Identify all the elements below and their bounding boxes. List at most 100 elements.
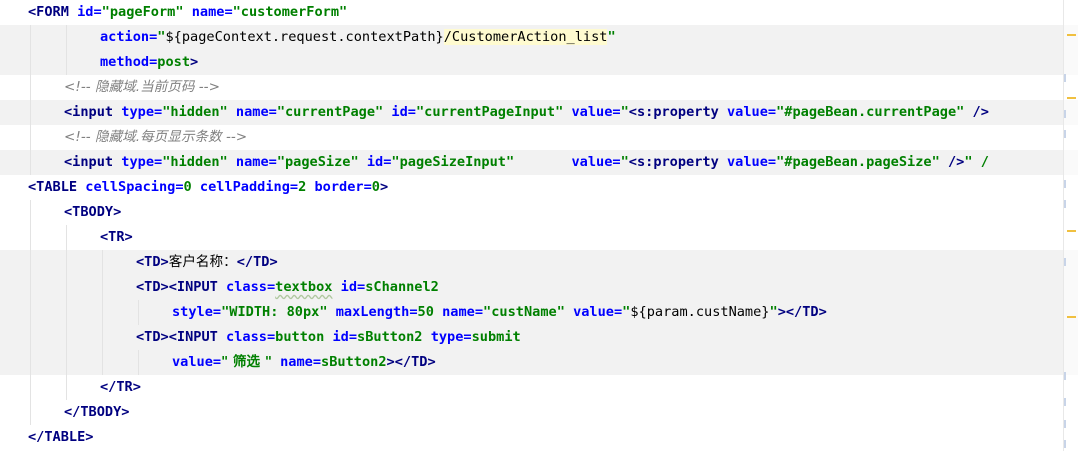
- warning-stripe-marker[interactable]: [1067, 34, 1076, 36]
- line-content: <TD><INPUT class=textbox id=sChannel2: [136, 275, 439, 300]
- code-line[interactable]: <TR>: [0, 225, 1078, 250]
- code-token-str: ": [620, 104, 629, 120]
- code-line[interactable]: </TABLE>: [0, 425, 1078, 450]
- code-token-str: " 筛选 ": [221, 354, 272, 370]
- code-line[interactable]: <TD>客户名称：</TD>: [0, 250, 1078, 275]
- code-token-tag: <input: [64, 154, 122, 170]
- code-line[interactable]: action= " ${pageContext.request.contextPat…: [0, 25, 1078, 50]
- code-token-el: ${param.custName}: [630, 304, 770, 320]
- code-line[interactable]: <!-- 隐藏域.当前页码 -->: [0, 75, 1078, 100]
- code-token-str: "pageSizeInput": [391, 154, 515, 170]
- code-token-tag: ></TD>: [777, 304, 827, 320]
- code-line[interactable]: </TR>: [0, 375, 1078, 400]
- code-token-tag: <s:property: [628, 104, 727, 120]
- line-content: style="WIDTH: 80px" maxLength=50 name="c…: [172, 300, 827, 325]
- code-line[interactable]: <FORM id="pageForm" name="customerForm": [0, 0, 1078, 25]
- code-line[interactable]: <!-- 隐藏域.每页显示条数 -->: [0, 125, 1078, 150]
- info-stripe-marker[interactable]: [1064, 74, 1066, 82]
- code-token-str: "currentPageInput": [415, 104, 564, 120]
- code-line[interactable]: method=post>: [0, 50, 1078, 75]
- code-token-attr: name=: [442, 304, 484, 320]
- indent-guide: [102, 275, 103, 300]
- indent-guide: [138, 300, 139, 325]
- indent-guide: [66, 250, 67, 275]
- code-token-str: "custName": [483, 304, 565, 320]
- code-area[interactable]: <FORM id="pageForm" name="customerForm" a…: [0, 0, 1078, 450]
- code-token-tag: >: [379, 179, 389, 195]
- info-stripe-marker[interactable]: [1064, 200, 1066, 208]
- code-token-attr: class=: [226, 329, 276, 345]
- indent-guide: [30, 225, 31, 250]
- indent-guide: [66, 225, 67, 250]
- info-stripe-marker[interactable]: [1064, 372, 1066, 380]
- code-line[interactable]: style="WIDTH: 80px" maxLength=50 name="c…: [0, 300, 1078, 325]
- code-token-tag: <INPUT: [168, 279, 227, 295]
- code-token-attr: value=: [571, 104, 621, 120]
- code-token-str: "currentPage": [276, 104, 384, 120]
- code-token-tag: <input: [64, 104, 122, 120]
- code-token-attr: id=: [77, 4, 102, 20]
- overflow-shade: [1064, 0, 1078, 451]
- line-content: <input type="hidden" name="pageSize" id=…: [64, 150, 989, 175]
- warning-stripe-marker[interactable]: [1067, 230, 1076, 232]
- code-token-tag: <INPUT: [168, 329, 227, 345]
- code-line[interactable]: </TBODY>: [0, 400, 1078, 425]
- code-line[interactable]: <TD><INPUT class=textbox id=sChannel2: [0, 275, 1078, 300]
- code-line[interactable]: <TD><INPUT class=button id=sButton2 type…: [0, 325, 1078, 350]
- warning-stripe-marker[interactable]: [1067, 97, 1076, 99]
- info-stripe-marker[interactable]: [1064, 110, 1066, 118]
- code-line[interactable]: <input type="hidden" name="pageSize" id=…: [0, 150, 1078, 175]
- code-line[interactable]: value=" 筛选 " name=sButton2></TD>: [0, 350, 1078, 375]
- code-token-tag: </TBODY>: [64, 404, 130, 420]
- code-line[interactable]: <TABLE cellSpacing=0 cellPadding=2 borde…: [0, 175, 1078, 200]
- indent-guide: [102, 350, 103, 375]
- code-editor[interactable]: <FORM id="pageForm" name="customerForm" a…: [0, 0, 1078, 451]
- code-token-comment: <!-- 隐藏域.当前页码 -->: [64, 79, 220, 95]
- warning-stripe-marker[interactable]: [1067, 316, 1076, 318]
- code-token-attr: style=: [172, 304, 222, 320]
- info-stripe-marker[interactable]: [1064, 180, 1066, 188]
- code-token-attr: method=: [100, 54, 158, 70]
- line-content: <FORM id="pageForm" name="customerForm": [28, 0, 347, 25]
- info-stripe-marker[interactable]: [1064, 130, 1066, 138]
- line-content: </TABLE>: [28, 425, 93, 450]
- indent-guide: [66, 50, 67, 75]
- code-token-attr: id=: [332, 329, 358, 345]
- code-token-str: submit: [471, 329, 521, 345]
- code-token-tag: />: [964, 104, 989, 120]
- indent-guide: [30, 150, 31, 175]
- code-token-attr: action=: [100, 29, 158, 45]
- code-token-str: 0: [183, 179, 192, 195]
- indent-guide: [30, 325, 31, 350]
- code-token-str: "#pageBean.currentPage": [776, 104, 965, 120]
- code-token-attr: value=: [172, 354, 222, 370]
- code-token-tag: <TD>: [136, 279, 169, 295]
- code-token-tag: <TD>: [136, 329, 169, 345]
- code-token-attr: value=: [571, 154, 621, 170]
- code-token-comment: <!-- 隐藏域.每页显示条数 -->: [64, 129, 248, 145]
- code-token-tag: </TD>: [236, 254, 278, 270]
- code-token-str: "WIDTH: 80px": [221, 304, 328, 320]
- code-token-attr: cellPadding=: [199, 179, 299, 195]
- code-token-str: "hidden": [162, 154, 228, 170]
- code-line[interactable]: <input type="hidden" name="currentPage" …: [0, 100, 1078, 125]
- code-token-str: ": [620, 154, 629, 170]
- info-stripe-marker[interactable]: [1064, 420, 1066, 428]
- code-token-attr: id=: [391, 104, 416, 120]
- indent-guide: [66, 325, 67, 350]
- code-token-attr: id=: [366, 154, 392, 170]
- code-token-attr: name=: [235, 154, 277, 170]
- info-stripe-marker[interactable]: [1064, 258, 1066, 266]
- code-token-attr: name=: [280, 354, 322, 370]
- code-line[interactable]: <TBODY>: [0, 200, 1078, 225]
- info-stripe-marker[interactable]: [1064, 398, 1066, 406]
- info-stripe-marker[interactable]: [1064, 440, 1066, 448]
